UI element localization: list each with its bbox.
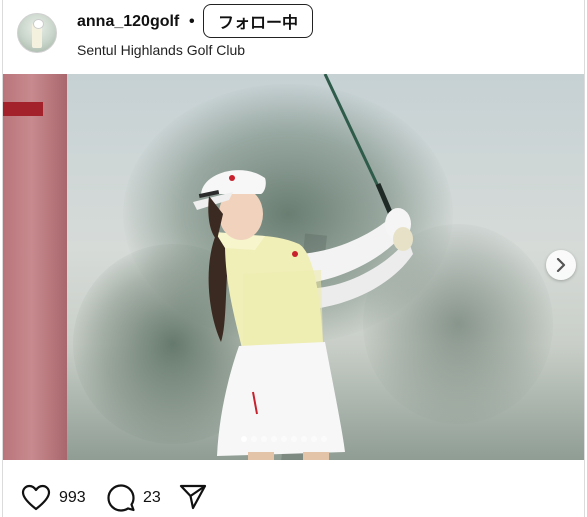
separator-dot: • <box>189 13 195 30</box>
username[interactable]: anna_120golf <box>77 13 179 31</box>
carousel-dot <box>241 436 247 442</box>
location-link[interactable]: Sentul Highlands Golf Club <box>77 42 245 58</box>
chevron-right-icon <box>556 258 566 272</box>
comment-icon[interactable] <box>107 484 135 512</box>
carousel-dot <box>271 436 277 442</box>
comment-count[interactable]: 23 <box>143 489 161 507</box>
post-card: anna_120golf • フォロー中 Sentul Highlands Go… <box>2 0 585 517</box>
following-button[interactable]: フォロー中 <box>203 4 313 38</box>
share-icon[interactable] <box>179 484 207 510</box>
carousel-dot <box>251 436 257 442</box>
carousel-dot <box>301 436 307 442</box>
post-header: anna_120golf • フォロー中 Sentul Highlands Go… <box>3 0 584 74</box>
comment-action: 23 <box>107 484 161 512</box>
carousel-dot <box>261 436 267 442</box>
carousel-dot <box>321 436 327 442</box>
golfer-photo <box>193 74 413 460</box>
like-count[interactable]: 993 <box>59 489 86 507</box>
carousel-dot <box>311 436 317 442</box>
like-action: 993 <box>21 484 86 512</box>
next-slide-button[interactable] <box>546 250 576 280</box>
share-action <box>179 484 207 510</box>
avatar[interactable] <box>17 13 57 53</box>
carousel-indicators <box>241 436 327 442</box>
post-image[interactable] <box>3 74 584 460</box>
carousel-dot <box>291 436 297 442</box>
heart-icon[interactable] <box>21 484 51 512</box>
action-bar: 993 23 <box>3 460 584 517</box>
carousel-dot <box>281 436 287 442</box>
